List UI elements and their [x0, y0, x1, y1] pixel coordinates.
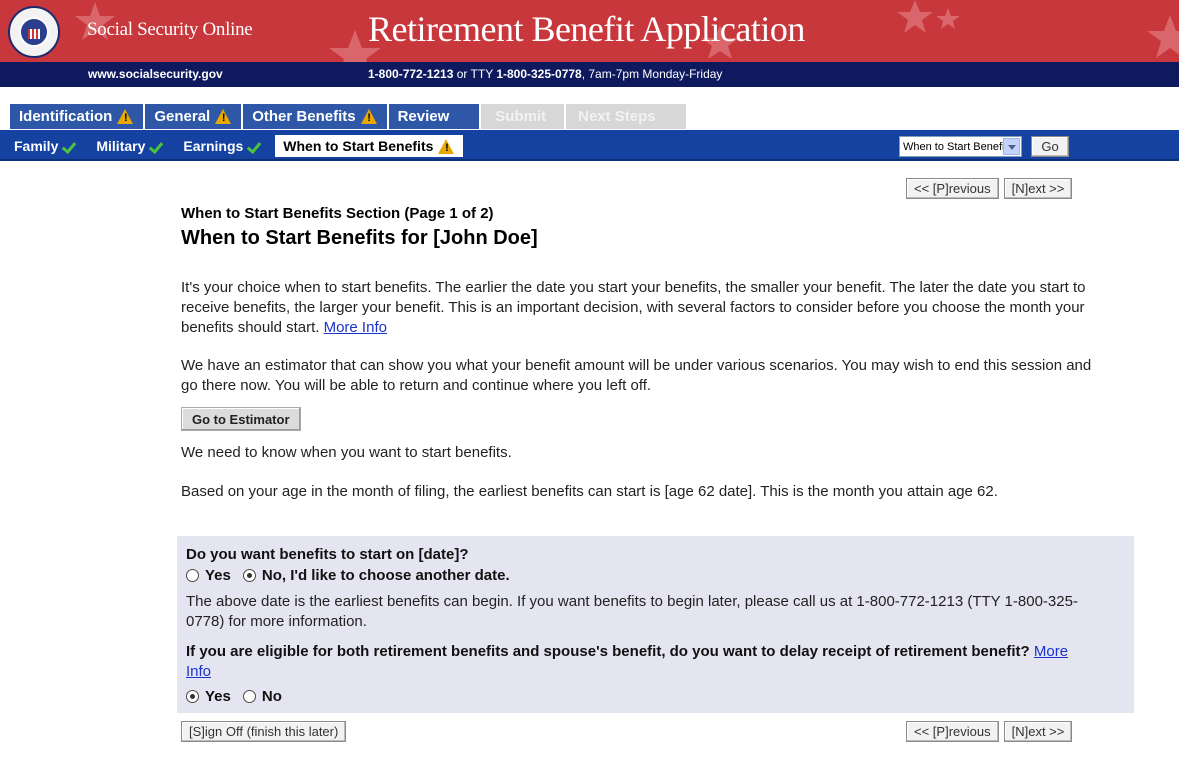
- radio-yes[interactable]: [186, 569, 199, 582]
- section-label: When to Start Benefits Section (Page 1 o…: [181, 205, 494, 222]
- tab-next-steps: Next Steps: [566, 104, 686, 129]
- site-banner: Social Security Online Retirement Benefi…: [0, 0, 1179, 62]
- main-tabs: Identification General Other Benefits Re…: [10, 104, 686, 129]
- phone-or: or TTY: [453, 67, 497, 81]
- question-start-date: Do you want benefits to start on [date]?: [186, 546, 469, 563]
- intro-text: It's your choice when to start benefits.…: [181, 279, 1086, 336]
- subnav-item-earnings[interactable]: Earnings: [183, 135, 263, 157]
- questions-panel: Do you want benefits to start on [date]?…: [177, 536, 1134, 713]
- question-delay-retirement: If you are eligible for both retirement …: [186, 642, 1096, 682]
- earliest-date-note: The above date is the earliest benefits …: [186, 593, 1078, 630]
- sign-off-button[interactable]: [S]ign Off (finish this later): [181, 721, 347, 742]
- tab-label: Submit: [495, 108, 547, 125]
- earliest-date-paragraph: Based on your age in the month of filing…: [181, 483, 998, 500]
- previous-button[interactable]: << [P]revious: [906, 178, 999, 199]
- radio-group-delay: Yes No: [186, 688, 290, 705]
- phone-tty: 1-800-325-0778: [496, 67, 582, 81]
- tab-general[interactable]: General: [145, 104, 242, 129]
- tab-label: Next Steps: [578, 108, 656, 125]
- phone-hours: , 7am-7pm Monday-Friday: [581, 67, 723, 81]
- radio-label[interactable]: No: [262, 688, 282, 705]
- section-select-value: When to Start Benefits: [903, 140, 1014, 153]
- tab-label: Other Benefits: [252, 108, 356, 125]
- intro-paragraph: It's your choice when to start benefits.…: [181, 278, 1111, 338]
- more-info-link[interactable]: More Info: [324, 319, 387, 336]
- next-button[interactable]: [N]ext >>: [1003, 178, 1073, 199]
- site-url[interactable]: www.socialsecurity.gov: [88, 67, 223, 81]
- question-text: If you are eligible for both retirement …: [186, 643, 1034, 660]
- warning-icon: [117, 109, 134, 124]
- go-to-estimator-button[interactable]: Go to Estimator: [181, 407, 301, 431]
- radio-no[interactable]: [242, 690, 256, 703]
- ssa-seal-logo[interactable]: [8, 6, 60, 58]
- start-benefits-paragraph: We need to know when you want to start b…: [181, 444, 512, 461]
- estimator-paragraph: We have an estimator that can show you w…: [181, 357, 1092, 394]
- tab-submit: Submit: [481, 104, 565, 129]
- page-title: When to Start Benefits for [John Doe]: [181, 227, 538, 249]
- app-title: Retirement Benefit Application: [368, 9, 805, 49]
- checkmark-icon: [150, 140, 165, 152]
- radio-no-choose-date[interactable]: [242, 569, 256, 582]
- subnav-item-when-to-start[interactable]: When to Start Benefits: [275, 135, 464, 157]
- tab-other-benefits[interactable]: Other Benefits: [243, 104, 387, 129]
- phone-main: 1-800-772-1213: [368, 67, 454, 81]
- tab-review[interactable]: Review: [388, 104, 480, 129]
- site-name[interactable]: Social Security Online: [87, 19, 253, 41]
- subnav-label: Family: [14, 138, 59, 154]
- tab-identification[interactable]: Identification: [10, 104, 144, 129]
- warning-icon: [438, 138, 455, 154]
- contact-bar: www.socialsecurity.gov 1-800-772-1213 or…: [0, 62, 1179, 87]
- radio-group-start-date: Yes No, I'd like to choose another date.: [186, 567, 518, 584]
- contact-phone: 1-800-772-1213 or TTY 1-800-325-0778, 7a…: [368, 67, 722, 81]
- previous-button[interactable]: << [P]revious: [906, 721, 999, 742]
- tab-label: Review: [397, 108, 450, 125]
- subnav-item-family[interactable]: Family: [14, 135, 78, 157]
- radio-label[interactable]: Yes: [205, 688, 231, 705]
- go-button[interactable]: Go: [1031, 136, 1069, 157]
- tab-label: Identification: [19, 108, 113, 125]
- checkmark-icon: [63, 140, 78, 152]
- page-nav-top: << [P]revious [N]ext >>: [906, 178, 1073, 199]
- page-nav-bottom: << [P]revious [N]ext >>: [906, 721, 1073, 742]
- subnav-label: Military: [96, 138, 146, 154]
- radio-yes[interactable]: [186, 690, 199, 703]
- sign-off-container: [S]ign Off (finish this later): [181, 721, 347, 742]
- tab-label: General: [154, 108, 211, 125]
- section-select[interactable]: When to Start Benefits: [899, 136, 1022, 157]
- warning-icon: [360, 109, 378, 124]
- chevron-down-icon[interactable]: [1003, 138, 1020, 155]
- subnav-item-military[interactable]: Military: [96, 135, 165, 157]
- radio-label[interactable]: Yes: [205, 567, 231, 584]
- checkmark-icon: [248, 140, 263, 152]
- warning-icon: [215, 109, 232, 124]
- subnav-label: When to Start Benefits: [283, 138, 434, 154]
- subnav-label: Earnings: [183, 138, 244, 154]
- radio-label[interactable]: No, I'd like to choose another date.: [262, 567, 510, 584]
- section-jump: When to Start Benefits Go: [899, 136, 1069, 157]
- next-button[interactable]: [N]ext >>: [1003, 721, 1073, 742]
